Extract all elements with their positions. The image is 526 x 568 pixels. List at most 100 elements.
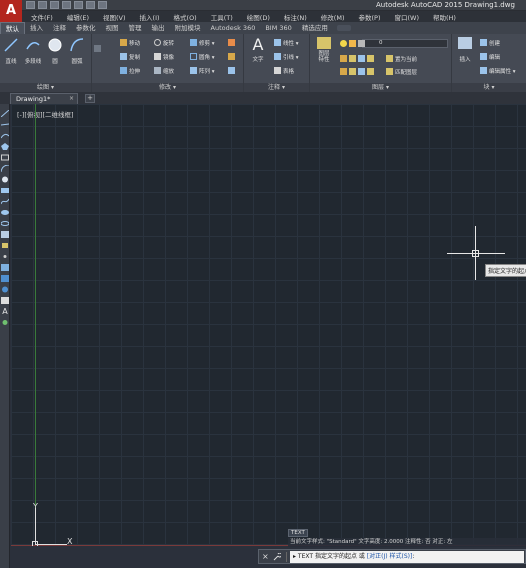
layer-isolate-icon[interactable]: [349, 55, 356, 62]
layer-lock-icon[interactable]: [367, 55, 374, 62]
set-current-tool[interactable]: 置为当前: [386, 54, 417, 63]
open-file-icon[interactable]: [38, 1, 47, 9]
line-tool[interactable]: 直线: [0, 37, 22, 65]
tab-parametric[interactable]: 参数化: [71, 22, 101, 34]
palette-revcloud-icon[interactable]: [1, 187, 9, 194]
palette-make-block-icon[interactable]: [1, 242, 9, 249]
arc-tool[interactable]: 圆弧: [66, 37, 88, 65]
rotate-tool[interactable]: 旋转: [154, 38, 174, 47]
modify-panel-title[interactable]: 修改 ▾: [92, 83, 243, 92]
palette-point-icon[interactable]: [1, 253, 9, 260]
trim-tool[interactable]: 修剪 ▾: [190, 38, 215, 47]
edit-block-tool[interactable]: 编辑: [480, 52, 500, 61]
menu-modify[interactable]: 修改(M): [312, 12, 350, 22]
menu-draw[interactable]: 绘图(D): [238, 12, 275, 22]
palette-table-icon[interactable]: [1, 297, 9, 304]
close-command-line-icon[interactable]: ×: [262, 552, 269, 561]
layer-walk-icon[interactable]: [340, 68, 347, 75]
layer-off-icon[interactable]: [340, 55, 347, 62]
palette-rectangle-icon[interactable]: [1, 154, 9, 161]
customize-wrench-icon[interactable]: [273, 553, 281, 561]
palette-ellipse-arc-icon[interactable]: [1, 220, 9, 227]
layer-properties-tool[interactable]: 图层 特性: [313, 37, 335, 63]
palette-line-icon[interactable]: [1, 110, 9, 117]
command-options[interactable]: [对正(J) 样式(S)]: [367, 553, 413, 560]
modify-extra-tool[interactable]: [94, 44, 101, 53]
tab-autodesk-360[interactable]: Autodesk 360: [206, 22, 261, 34]
lock-icon[interactable]: [358, 40, 365, 47]
viewport-controls-label[interactable]: [-][俯视][二维线框]: [17, 109, 74, 119]
array-tool[interactable]: 阵列 ▾: [190, 66, 215, 75]
layer-freeze-icon[interactable]: [358, 55, 365, 62]
table-tool[interactable]: 表格: [274, 66, 294, 75]
menu-edit[interactable]: 编辑(E): [58, 12, 94, 22]
tab-drawing1[interactable]: Drawing1* ×: [10, 93, 78, 104]
scale-tool[interactable]: 缩放: [154, 66, 174, 75]
bulb-icon[interactable]: [340, 40, 347, 47]
menu-format[interactable]: 格式(O): [165, 12, 202, 22]
fillet-tool[interactable]: 圆角 ▾: [190, 52, 215, 61]
menu-parametric[interactable]: 参数(P): [349, 12, 385, 22]
menu-window[interactable]: 窗口(W): [385, 12, 424, 22]
layer-thaw-icon[interactable]: [358, 68, 365, 75]
menu-dimension[interactable]: 标注(N): [275, 12, 312, 22]
palette-gradient-icon[interactable]: [1, 275, 9, 282]
tab-bim-360[interactable]: BIM 360: [260, 22, 296, 34]
tab-addins[interactable]: 附加模块: [170, 22, 206, 34]
tab-home[interactable]: 默认: [0, 22, 25, 34]
drawing-canvas[interactable]: [-][俯视][二维线框] 指定文字的起点 Y X: [11, 104, 526, 546]
draw-panel-title[interactable]: 绘图 ▾: [0, 83, 91, 92]
explode-tool[interactable]: [228, 52, 235, 61]
erase-tool[interactable]: [228, 38, 235, 47]
menu-tools[interactable]: 工具(T): [202, 12, 238, 22]
tab-output[interactable]: 输出: [147, 22, 170, 34]
palette-ellipse-icon[interactable]: [1, 209, 9, 216]
layer-unlock-icon[interactable]: [367, 68, 374, 75]
palette-hatch-icon[interactable]: [1, 264, 9, 271]
layers-panel-title[interactable]: 图层 ▾: [310, 83, 451, 92]
copy-tool[interactable]: 复制: [120, 52, 140, 61]
application-menu-button[interactable]: A: [0, 0, 22, 22]
tab-manage[interactable]: 管理: [124, 22, 147, 34]
menu-help[interactable]: 帮助(H): [424, 12, 461, 22]
save-icon[interactable]: [50, 1, 59, 9]
redo-icon[interactable]: [98, 1, 107, 9]
mirror-tool[interactable]: 镜像: [154, 52, 174, 61]
sun-icon[interactable]: [349, 40, 356, 47]
close-tab-icon[interactable]: ×: [69, 94, 74, 104]
save-as-icon[interactable]: [62, 1, 71, 9]
plot-icon[interactable]: [74, 1, 83, 9]
new-tab-button[interactable]: +: [85, 94, 95, 103]
stretch-tool[interactable]: 拉伸: [120, 66, 140, 75]
linear-dim-tool[interactable]: 线性 ▾: [274, 38, 299, 47]
layer-unisolate-icon[interactable]: [349, 68, 356, 75]
ribbon-toggle-button[interactable]: [336, 25, 351, 31]
match-layer-tool[interactable]: 匹配图层: [386, 67, 417, 76]
annotation-panel-title[interactable]: 注释 ▾: [244, 83, 309, 92]
menu-view[interactable]: 视图(V): [94, 12, 131, 22]
block-panel-title[interactable]: 块 ▾: [452, 83, 526, 92]
create-block-tool[interactable]: 创建: [480, 38, 500, 47]
palette-spline-icon[interactable]: [1, 198, 9, 205]
palette-construction-line-icon[interactable]: [1, 121, 9, 128]
leader-tool[interactable]: 引线 ▾: [274, 52, 299, 61]
layer-dropdown[interactable]: 0: [362, 39, 448, 48]
tab-insert[interactable]: 插入: [25, 22, 48, 34]
tab-featured-apps[interactable]: 精选应用: [297, 22, 333, 34]
undo-icon[interactable]: [86, 1, 95, 9]
tab-view[interactable]: 视图: [101, 22, 124, 34]
palette-polygon-icon[interactable]: [1, 143, 9, 150]
palette-arc-icon[interactable]: [1, 165, 9, 172]
text-tool[interactable]: A 文字: [247, 37, 269, 64]
palette-add-icon[interactable]: [1, 319, 9, 326]
palette-region-icon[interactable]: [1, 286, 9, 293]
edit-attributes-tool[interactable]: 编辑属性 ▾: [480, 66, 516, 75]
polyline-tool[interactable]: 多段线: [22, 37, 44, 65]
offset-tool[interactable]: [228, 66, 235, 75]
command-input[interactable]: ▸ TEXT 指定文字的起点 或 [对正(J) 样式(S)]:: [290, 551, 524, 563]
circle-tool[interactable]: 圆: [44, 37, 66, 65]
menu-file[interactable]: 文件(F): [22, 12, 58, 22]
menu-insert[interactable]: 插入(I): [131, 12, 165, 22]
new-file-icon[interactable]: [26, 1, 35, 9]
palette-insert-block-icon[interactable]: [1, 231, 9, 238]
